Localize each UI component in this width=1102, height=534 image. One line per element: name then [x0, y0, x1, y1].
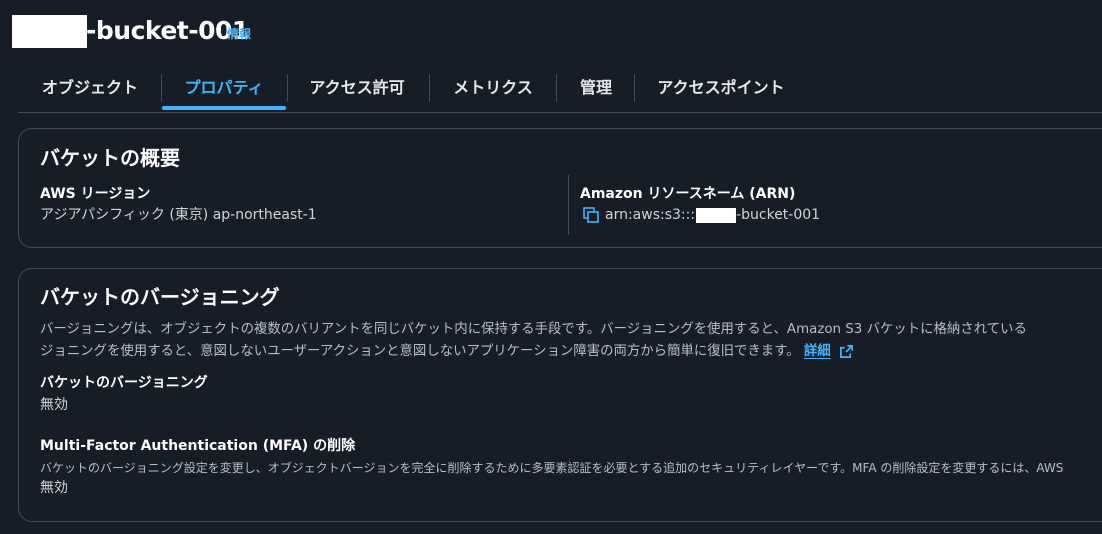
mfa-delete-value: 無効 [40, 480, 68, 496]
info-link[interactable]: 情報 [227, 26, 251, 42]
copy-icon[interactable] [583, 207, 599, 223]
bucket-properties-page: -bucket-001 情報 オブジェクト プロパティ アクセス許可 メトリクス… [0, 0, 1102, 534]
tab-divider [556, 74, 557, 102]
active-tab-indicator [162, 106, 286, 110]
tab-management[interactable]: 管理 [572, 68, 620, 108]
versioning-status-value: 無効 [40, 397, 68, 413]
arn-label: Amazon リソースネーム (ARN) [580, 186, 796, 202]
tab-divider [161, 74, 162, 102]
tab-properties[interactable]: プロパティ [174, 68, 274, 108]
versioning-description-line2: ジョニングを使用すると、意図しないユーザーアクションと意図しないアプリケーション… [40, 341, 854, 363]
page-title: -bucket-001 [86, 16, 249, 45]
tab-permissions[interactable]: アクセス許可 [304, 68, 410, 108]
detail-link[interactable]: 詳細 [804, 344, 831, 359]
tab-objects[interactable]: オブジェクト [40, 68, 140, 108]
versioning-description-text: ジョニングを使用すると、意図しないユーザーアクションと意図しないアプリケーション… [40, 344, 800, 359]
mfa-delete-label: Multi-Factor Authentication (MFA) の削除 [40, 438, 356, 454]
tab-bar: オブジェクト プロパティ アクセス許可 メトリクス 管理 アクセスポイント [18, 68, 1102, 113]
mfa-delete-description: バケットのバージョニング設定を変更し、オブジェクトバージョンを完全に削除するため… [40, 461, 1064, 475]
bucket-overview-card: バケットの概要 AWS リージョン アジアパシフィック (東京) ap-nort… [18, 128, 1102, 248]
tab-divider [634, 74, 635, 102]
external-link-icon[interactable] [839, 344, 854, 359]
arn-redaction [696, 207, 737, 223]
arn-prefix: arn:aws:s3::: [605, 207, 696, 223]
arn-value: arn:aws:s3::: -bucket-001 [605, 205, 820, 225]
bucket-versioning-heading: バケットのバージョニング [40, 285, 280, 309]
region-value: アジアパシフィック (東京) ap-northeast-1 [40, 207, 317, 223]
tab-metrics[interactable]: メトリクス [448, 68, 538, 108]
bucket-name-redaction [12, 15, 87, 48]
versioning-status-label: バケットのバージョニング [40, 375, 208, 391]
tab-access-points[interactable]: アクセスポイント [652, 68, 790, 108]
arn-suffix: -bucket-001 [736, 207, 821, 223]
bucket-overview-heading: バケットの概要 [40, 146, 180, 170]
bucket-versioning-card: バケットのバージョニング バージョニングは、オブジェクトの複数のバリアントを同じ… [18, 268, 1102, 522]
column-divider [568, 175, 569, 235]
tab-divider [429, 74, 430, 102]
region-label: AWS リージョン [40, 186, 151, 202]
tab-divider [287, 74, 288, 102]
versioning-description-line1: バージョニングは、オブジェクトの複数のバリアントを同じバケット内に保持する手段で… [40, 322, 1027, 337]
